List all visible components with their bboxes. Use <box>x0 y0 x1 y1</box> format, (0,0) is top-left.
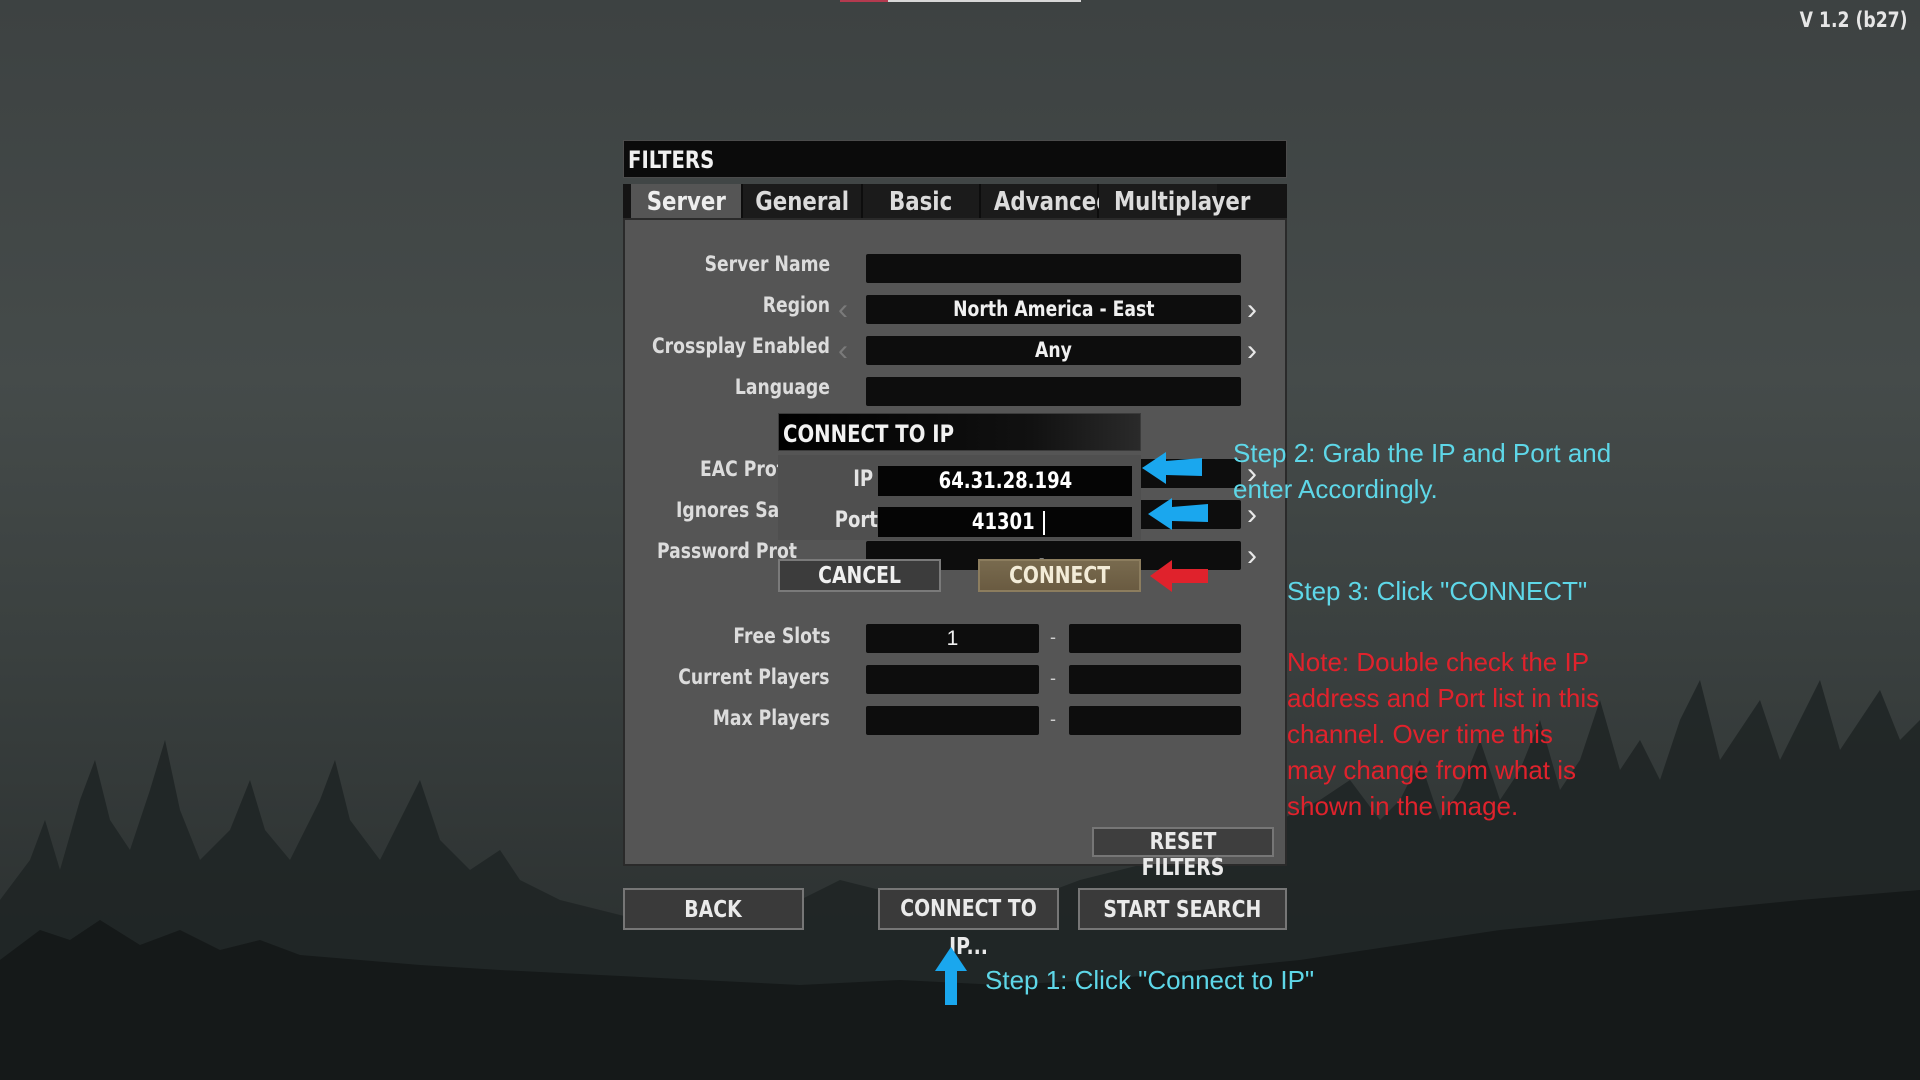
current-players-separator: - <box>1050 668 1056 688</box>
reset-filters-button[interactable]: RESET FILTERS <box>1092 827 1274 881</box>
arrow-left-icon <box>1148 498 1208 530</box>
port-label: Port <box>834 508 878 533</box>
connect-dialog-title: CONNECT TO IP <box>783 420 955 448</box>
top-progress-accent <box>840 0 888 2</box>
server-name-label: Server Name <box>704 252 830 276</box>
filters-title: FILTERS <box>628 146 715 174</box>
free-slots-label: Free Slots <box>732 624 830 648</box>
start-search-button[interactable]: START SEARCH <box>1078 888 1287 930</box>
arrow-up-icon <box>935 947 967 1005</box>
filter-tabs: Server General Basic Advanced Multiplaye… <box>623 184 1287 218</box>
step2-annotation: Step 2: Grab the IP and Port and enter A… <box>1233 438 1612 504</box>
region-label: Region <box>762 293 830 317</box>
arrow-left-red-icon <box>1150 560 1208 592</box>
tab-server[interactable]: Server <box>631 184 743 218</box>
step1-annotation: Step 1: Click "Connect to IP" <box>985 965 1315 995</box>
free-slots-max-input[interactable] <box>1069 624 1241 653</box>
connect-to-ip-button[interactable]: CONNECT TO IP... <box>878 888 1059 960</box>
tab-basic[interactable]: Basic <box>863 184 981 218</box>
max-players-min-input[interactable] <box>866 706 1039 735</box>
crossplay-label: Crossplay Enabled <box>652 334 830 358</box>
port-input[interactable]: 41301 <box>878 507 1132 537</box>
crossplay-selector[interactable]: Any <box>866 336 1241 365</box>
top-progress-bar <box>888 0 1081 2</box>
server-name-input[interactable] <box>866 254 1241 283</box>
max-players-max-input[interactable] <box>1069 706 1241 735</box>
tab-general[interactable]: General <box>743 184 863 218</box>
crossplay-prev-icon[interactable]: ‹ <box>838 336 848 366</box>
language-input[interactable] <box>866 377 1241 406</box>
tab-advanced[interactable]: Advanced <box>981 184 1111 218</box>
text-cursor <box>1042 511 1045 536</box>
ip-label: IP <box>853 467 874 492</box>
version-label: V 1.2 (b27) <box>1800 8 1908 32</box>
back-button[interactable]: BACK <box>623 888 804 930</box>
crossplay-next-icon[interactable]: › <box>1247 336 1257 366</box>
language-label: Language <box>734 375 830 399</box>
free-slots-separator: - <box>1050 627 1056 647</box>
step3-annotation: Step 3: Click "CONNECT" <box>1287 576 1588 606</box>
region-next-icon[interactable]: › <box>1247 295 1257 325</box>
password-next-icon[interactable]: › <box>1247 541 1257 571</box>
connect-button[interactable]: CONNECT <box>978 559 1141 592</box>
connect-dialog-header: CONNECT TO IP <box>778 413 1141 451</box>
region-prev-icon[interactable]: ‹ <box>838 295 848 325</box>
ip-input[interactable]: 64.31.28.194 <box>878 466 1132 496</box>
region-selector[interactable]: North America - East <box>866 295 1241 324</box>
max-players-separator: - <box>1050 709 1056 729</box>
tab-multiplayer[interactable]: Multiplayer <box>1099 184 1250 218</box>
cancel-button[interactable]: CANCEL <box>778 559 941 592</box>
current-players-label: Current Players <box>678 665 830 689</box>
current-players-min-input[interactable] <box>866 665 1039 694</box>
note-annotation: Note: Double check the IP address and Po… <box>1287 647 1600 821</box>
max-players-label: Max Players <box>712 706 830 730</box>
arrow-left-icon <box>1142 452 1202 484</box>
filters-header: FILTERS <box>623 140 1287 178</box>
free-slots-min-input[interactable]: 1 <box>866 624 1039 653</box>
current-players-max-input[interactable] <box>1069 665 1241 694</box>
